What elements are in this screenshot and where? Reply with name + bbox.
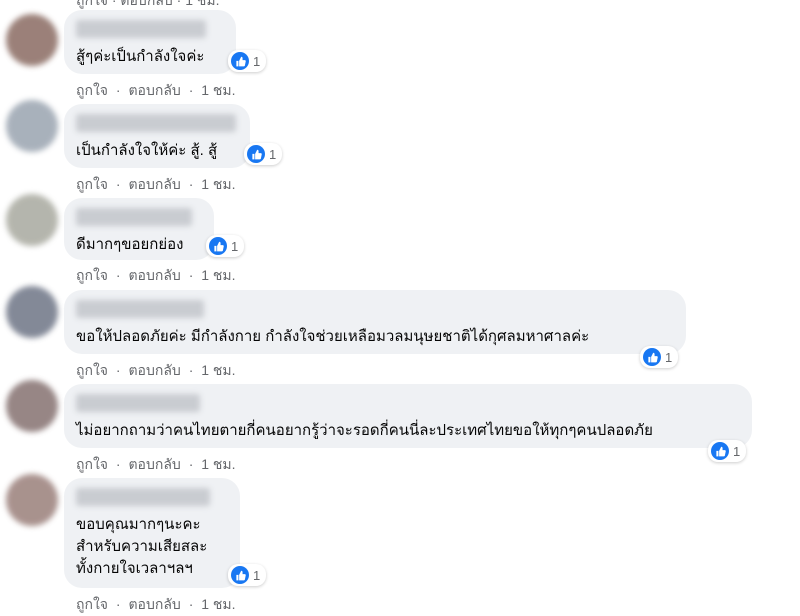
like-link[interactable]: ถูกใจ (76, 596, 108, 612)
comment-bubble: สู้ๆค่ะเป็นกำลังใจค่ะ (64, 10, 236, 74)
comment-bubble: ดีมากๆขอยกย่อง (64, 198, 214, 260)
comment-text: เป็นกำลังใจให้ค่ะ สู้. สู้ (76, 142, 218, 159)
like-link[interactable]: ถูกใจ (76, 456, 108, 472)
avatar[interactable] (6, 194, 58, 246)
timestamp[interactable]: 1 ชม. (201, 176, 235, 192)
like-link[interactable]: ถูกใจ (76, 267, 108, 283)
thumbs-up-icon (643, 348, 661, 366)
author-name-blurred[interactable] (76, 488, 210, 506)
comment-bubble: ขอให้ปลอดภัยค่ะ มีกำลังกาย กำลังใจช่วยเห… (64, 290, 686, 354)
reaction-count: 1 (733, 443, 741, 459)
author-name-blurred[interactable] (76, 300, 204, 318)
reaction-badge[interactable]: 1 (244, 143, 283, 165)
avatar[interactable] (6, 474, 58, 526)
separator: · (115, 596, 121, 612)
avatar[interactable] (6, 14, 58, 66)
separator: · (115, 362, 121, 378)
reaction-badge[interactable]: 1 (206, 235, 245, 257)
comment-bubble: ขอบคุณมากๆนะคะ สำหรับความเสียสละ ทั้งกาย… (64, 478, 240, 588)
author-name-blurred[interactable] (76, 20, 206, 38)
reaction-badge[interactable]: 1 (228, 564, 267, 586)
timestamp[interactable]: 1 ชม. (201, 267, 235, 283)
comment-actions: ถูกใจ · ตอบกลับ · 1 ชม. (76, 360, 236, 382)
reaction-count: 1 (231, 238, 239, 254)
timestamp[interactable]: 1 ชม. (201, 456, 235, 472)
separator: · (188, 82, 194, 98)
thumbs-up-icon (711, 442, 729, 460)
timestamp[interactable]: 1 ชม. (201, 82, 235, 98)
author-name-blurred[interactable] (76, 394, 200, 412)
separator: · (188, 596, 194, 612)
separator: · (115, 82, 121, 98)
comment-actions: ถูกใจ · ตอบกลับ · 1 ชม. (76, 454, 236, 476)
separator: · (115, 267, 121, 283)
author-name-blurred[interactable] (76, 114, 236, 132)
comment-bubble: ไม่อยากถามว่าคนไทยตายกี่คนอยากรู้ว่าจะรอ… (64, 384, 752, 448)
comment-text: ดีมากๆขอยกย่อง (76, 236, 184, 253)
avatar[interactable] (6, 100, 58, 152)
comment-text: ไม่อยากถามว่าคนไทยตายกี่คนอยากรู้ว่าจะรอ… (76, 422, 653, 439)
comment-text: สู้ๆค่ะเป็นกำลังใจค่ะ (76, 48, 205, 65)
comment-text: ขอบคุณมากๆนะคะ สำหรับความเสียสละ ทั้งกาย… (76, 516, 208, 577)
thumbs-up-icon (209, 237, 227, 255)
timestamp[interactable]: 1 ชม. (201, 596, 235, 612)
reply-link[interactable]: ตอบกลับ (128, 596, 180, 612)
reaction-count: 1 (253, 567, 261, 583)
comment-actions: ถูกใจ · ตอบกลับ · 1 ชม. (76, 174, 236, 196)
comment-bubble: เป็นกำลังใจให้ค่ะ สู้. สู้ (64, 104, 250, 168)
thumbs-up-icon (231, 52, 249, 70)
comment-actions: ถูกใจ · ตอบกลับ · 1 ชม. (76, 594, 236, 616)
timestamp[interactable]: 1 ชม. (201, 362, 235, 378)
separator: · (188, 176, 194, 192)
separator: · (115, 456, 121, 472)
author-name-blurred[interactable] (76, 208, 192, 226)
comment-actions: ถูกใจ · ตอบกลับ · 1 ชม. (76, 265, 236, 287)
reaction-badge[interactable]: 1 (228, 50, 267, 72)
comment-actions: ถูกใจ · ตอบกลับ · 1 ชม. (76, 80, 236, 102)
avatar[interactable] (6, 286, 58, 338)
avatar[interactable] (6, 380, 58, 432)
comment-text: ขอให้ปลอดภัยค่ะ มีกำลังกาย กำลังใจช่วยเห… (76, 328, 590, 345)
thumbs-up-icon (231, 566, 249, 584)
reaction-badge[interactable]: 1 (708, 440, 747, 462)
like-link[interactable]: ถูกใจ (76, 176, 108, 192)
separator: · (188, 267, 194, 283)
separator: · (188, 456, 194, 472)
reply-link[interactable]: ตอบกลับ (128, 362, 180, 378)
like-link[interactable]: ถูกใจ (76, 82, 108, 98)
reply-link[interactable]: ตอบกลับ (128, 176, 180, 192)
reply-link[interactable]: ตอบกลับ (128, 267, 180, 283)
separator: · (188, 362, 194, 378)
reply-link[interactable]: ตอบกลับ (128, 82, 180, 98)
separator: · (115, 176, 121, 192)
reaction-count: 1 (253, 53, 261, 69)
like-link[interactable]: ถูกใจ (76, 362, 108, 378)
reaction-count: 1 (269, 146, 277, 162)
reaction-badge[interactable]: 1 (640, 346, 679, 368)
reaction-count: 1 (665, 349, 673, 365)
reply-link[interactable]: ตอบกลับ (128, 456, 180, 472)
thumbs-up-icon (247, 145, 265, 163)
